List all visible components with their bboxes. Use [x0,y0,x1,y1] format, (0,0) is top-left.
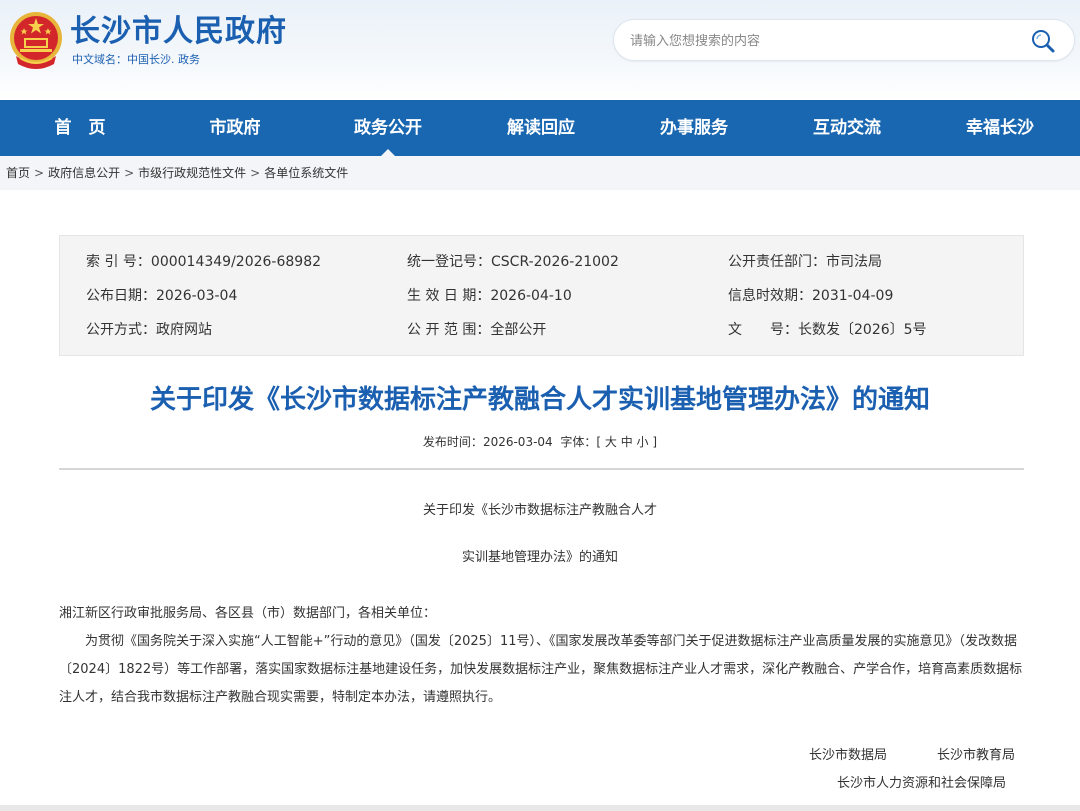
meta-reg-no: 统一登记号：CSCR-2026-21002 [407,254,619,270]
meta-pub-scope: 公 开 范 围：全部公开 [407,322,547,338]
signer-hr-bureau: 长沙市人力资源和社会保障局 [837,776,1007,791]
main-nav: 首 页 市政府 政务公开 解读回应 办事服务 互动交流 幸福长沙 [0,100,1080,156]
font-size-label: 字体： [560,435,597,449]
nav-item-services[interactable]: 办事服务 [649,100,739,156]
search-icon[interactable] [1030,28,1056,54]
meta-index-no: 索 引 号：000014349/2026-68982 [86,254,322,270]
search-input[interactable] [630,29,1010,53]
breadcrumb-separator: > [34,166,45,180]
nav-item-happy-changsha[interactable]: 幸福长沙 [955,100,1045,156]
nav-item-city-gov[interactable]: 市政府 [190,100,280,156]
nav-item-home[interactable]: 首 页 [35,100,125,156]
document-body-paragraph: 为贯彻《国务院关于深入实施“人工智能+”行动的意见》（国发〔2025〕11号）、… [59,634,1023,705]
nav-item-gov-affairs[interactable]: 政务公开 [343,100,433,156]
breadcrumb-separator: > [250,166,261,180]
signer-data-bureau: 长沙市数据局 [809,748,888,763]
site-header: 长沙市人民政府 中文域名：中国长沙. 政务 [0,0,1080,100]
breadcrumb-normative-docs[interactable]: 市级行政规范性文件 [138,166,246,180]
meta-dept: 公开责任部门：市司法局 [728,254,882,270]
font-size-medium-button[interactable]: 中 [621,435,633,449]
site-domain: 中文域名：中国长沙. 政务 [72,53,200,66]
document-salutation: 湘江新区行政审批服务局、各区县（市）数据部门，各相关单位： [59,606,437,621]
nav-item-interaction[interactable]: 互动交流 [802,100,892,156]
breadcrumb-unit-docs[interactable]: 各单位系统文件 [264,166,348,180]
document-subtitle-line-2: 实训基地管理办法》的通知 [461,550,618,565]
document-info-bar: 发布时间：2026-03-04 字体：[ 大 中 小 ] [0,432,1080,452]
national-emblem-icon[interactable] [8,8,64,72]
breadcrumb-separator: > [124,166,135,180]
doc-meta-box: 索 引 号：000014349/2026-68982 统一登记号：CSCR-20… [59,235,1024,356]
site-title[interactable]: 长沙市人民政府 [70,14,287,50]
breadcrumb: 首页 > 政府信息公开 > 市级行政规范性文件 > 各单位系统文件 [0,156,1080,190]
signer-education-bureau: 长沙市教育局 [937,748,1016,763]
breadcrumb-gov-info[interactable]: 政府信息公开 [48,166,120,180]
horizontal-scrollbar[interactable] [0,805,1080,811]
document-title: 关于印发《长沙市数据标注产教融合人才实训基地管理办法》的通知 [149,385,930,415]
title-divider [59,468,1024,470]
meta-valid-date: 信息时效期：2031-04-09 [728,288,894,304]
publish-time: 2026-03-04 [482,435,553,449]
meta-eff-date: 生 效 日 期：2026-04-10 [407,288,572,304]
search-box [613,19,1075,61]
meta-pub-method: 公开方式：政府网站 [86,322,212,338]
font-size-large-button[interactable]: 大 [605,435,617,449]
meta-doc-no: 文 号：长数发〔2026〕5号 [728,322,927,338]
font-size-small-button[interactable]: 小 [637,435,649,449]
breadcrumb-home[interactable]: 首页 [6,166,30,180]
nav-item-interpretation[interactable]: 解读回应 [496,100,586,156]
meta-pub-date: 公布日期：2026-03-04 [86,288,238,304]
document-subtitle-line-1: 关于印发《长沙市数据标注产教融合人才 [422,503,657,518]
font-bracket-close: ] [652,435,658,449]
font-bracket-open: [ [596,435,602,449]
publish-time-label: 发布时间： [422,435,483,449]
